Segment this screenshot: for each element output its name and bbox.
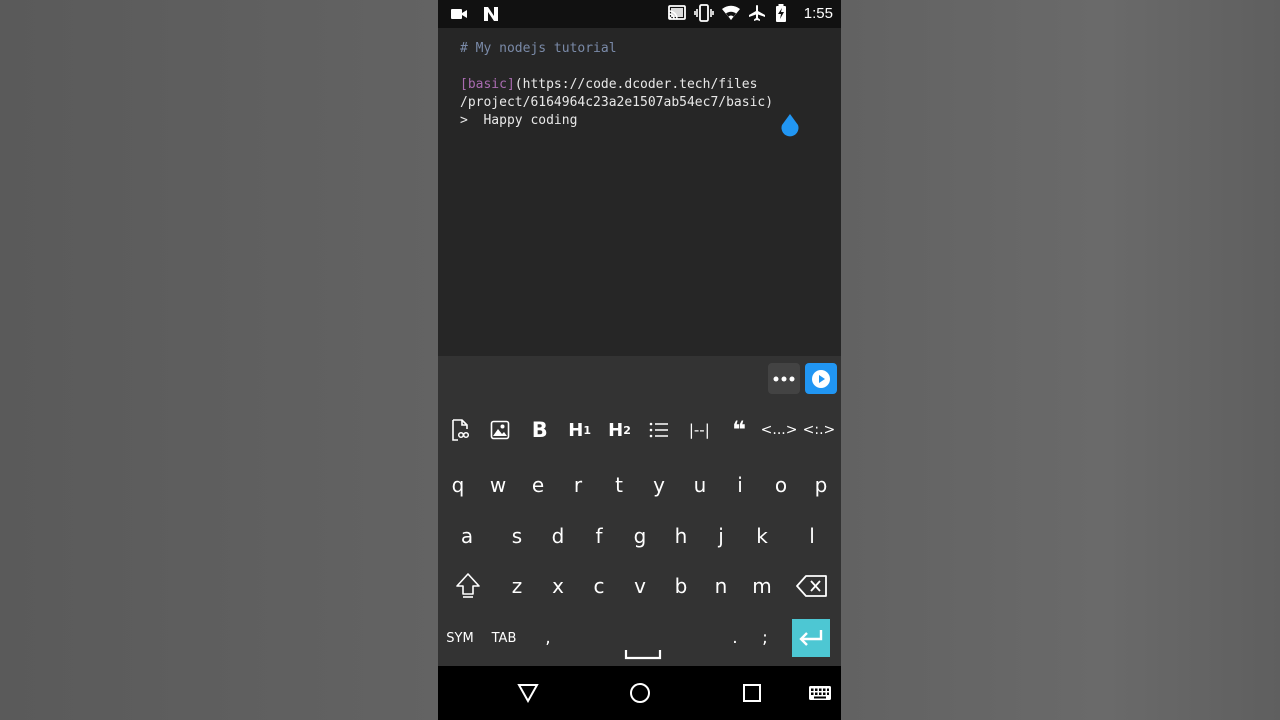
navigation-bar	[438, 666, 841, 720]
hr-label: |--|	[688, 421, 710, 439]
h2-subscript: 2	[623, 423, 631, 437]
key-k[interactable]: k	[742, 513, 782, 559]
horizontal-rule-button[interactable]: |--|	[681, 412, 717, 448]
list-icon	[650, 422, 669, 438]
home-circle-icon	[630, 683, 650, 703]
quote-button[interactable]: ❝	[721, 412, 757, 448]
back-triangle-icon	[517, 684, 539, 703]
insert-link-button[interactable]	[442, 412, 478, 448]
phone-screen: 1:55 # My nodejs tutorial [basic](https:…	[438, 0, 841, 720]
airplane-icon	[748, 4, 766, 22]
editor-action-row	[438, 356, 841, 402]
h2-label: H	[608, 419, 624, 441]
more-dots-icon	[773, 376, 795, 381]
vibrate-icon	[693, 4, 714, 22]
key-b[interactable]: b	[661, 563, 701, 609]
keyboard-icon	[809, 686, 831, 700]
key-r[interactable]: r	[558, 462, 598, 508]
n-app-icon	[482, 5, 500, 23]
key-t[interactable]: t	[599, 462, 639, 508]
link-line[interactable]: [basic](https://code.dcoder.tech/files	[460, 76, 757, 94]
backspace-key[interactable]	[792, 563, 832, 609]
key-q[interactable]: q	[438, 462, 478, 508]
h1-label: H	[568, 419, 584, 441]
backspace-icon	[796, 575, 827, 597]
link-url-start: (https://code.dcoder.tech/files	[514, 77, 758, 92]
heading-1-button[interactable]: H1	[562, 412, 598, 448]
insert-image-button[interactable]	[482, 412, 518, 448]
play-icon	[812, 369, 830, 388]
comma-key[interactable]: ,	[528, 615, 568, 661]
key-u[interactable]: u	[680, 462, 720, 508]
wifi-icon	[721, 4, 740, 22]
keyboard-row-1: q w e r t y u i o p	[438, 462, 841, 508]
bold-label: B	[531, 418, 548, 442]
space-bar-icon	[624, 650, 662, 660]
bullet-list-button[interactable]	[641, 412, 677, 448]
h1-subscript: 1	[583, 423, 591, 437]
back-button[interactable]	[516, 681, 540, 705]
key-z[interactable]: z	[497, 563, 537, 609]
key-i[interactable]: i	[720, 462, 760, 508]
tab-key[interactable]: TAB	[484, 615, 524, 661]
space-key[interactable]	[624, 646, 662, 660]
keyboard-panel: B H1 H2 |--| ❝ <...> <:.> q w e r t y u …	[438, 356, 841, 666]
more-options-button[interactable]	[768, 363, 800, 394]
code-block-label: <:.>	[802, 422, 836, 438]
heading-2-button[interactable]: H2	[602, 412, 638, 448]
text-cursor-handle-icon[interactable]	[779, 113, 801, 139]
background-left	[0, 0, 438, 720]
key-p[interactable]: p	[801, 462, 841, 508]
shift-icon	[456, 573, 480, 598]
key-e[interactable]: e	[518, 462, 558, 508]
key-x[interactable]: x	[538, 563, 578, 609]
key-d[interactable]: d	[538, 513, 578, 559]
image-icon	[490, 420, 510, 440]
recents-square-icon	[743, 684, 761, 702]
status-clock: 1:55	[803, 4, 833, 22]
background-right	[841, 0, 1280, 720]
bold-button[interactable]: B	[522, 412, 558, 448]
key-c[interactable]: c	[579, 563, 619, 609]
link-url-continued[interactable]: /project/6164964c23a2e1507ab54ec7/basic)	[460, 94, 773, 112]
shift-key[interactable]	[448, 563, 488, 609]
status-bar: 1:55	[438, 0, 841, 28]
code-block-button[interactable]: <:.>	[801, 412, 837, 448]
markdown-editor[interactable]: # My nodejs tutorial [basic](https://cod…	[438, 28, 841, 356]
key-w[interactable]: w	[478, 462, 518, 508]
home-button[interactable]	[628, 681, 652, 705]
run-button[interactable]	[805, 363, 837, 394]
key-h[interactable]: h	[661, 513, 701, 559]
key-s[interactable]: s	[497, 513, 537, 559]
enter-key[interactable]	[792, 619, 830, 657]
keyboard-switch-button[interactable]	[807, 681, 833, 705]
key-n[interactable]: n	[701, 563, 741, 609]
keyboard-row-3: z x c v b n m	[438, 563, 841, 609]
key-v[interactable]: v	[620, 563, 660, 609]
inline-code-button[interactable]: <...>	[760, 412, 798, 448]
heading-line[interactable]: # My nodejs tutorial	[460, 40, 617, 58]
sym-key[interactable]: SYM	[440, 615, 480, 661]
battery-charging-icon	[775, 4, 793, 22]
quote-label: ❝	[732, 416, 747, 444]
enter-arrow-icon	[799, 630, 823, 646]
key-a[interactable]: a	[447, 513, 487, 559]
recents-button[interactable]	[740, 681, 764, 705]
key-o[interactable]: o	[761, 462, 801, 508]
key-y[interactable]: y	[639, 462, 679, 508]
key-j[interactable]: j	[701, 513, 741, 559]
quote-line[interactable]: > Happy coding	[460, 112, 577, 130]
key-m[interactable]: m	[742, 563, 782, 609]
key-f[interactable]: f	[579, 513, 619, 559]
inline-code-label: <...>	[760, 422, 798, 438]
video-camera-icon	[450, 5, 468, 23]
key-g[interactable]: g	[620, 513, 660, 559]
file-link-icon	[452, 419, 469, 441]
link-label: [basic]	[460, 77, 515, 92]
markdown-toolbar: B H1 H2 |--| ❝ <...> <:.>	[438, 412, 841, 448]
keyboard-row-2: a s d f g h j k l	[438, 513, 841, 559]
cast-icon	[667, 4, 686, 22]
semicolon-key[interactable]: ;	[746, 615, 784, 661]
key-l[interactable]: l	[792, 513, 832, 559]
